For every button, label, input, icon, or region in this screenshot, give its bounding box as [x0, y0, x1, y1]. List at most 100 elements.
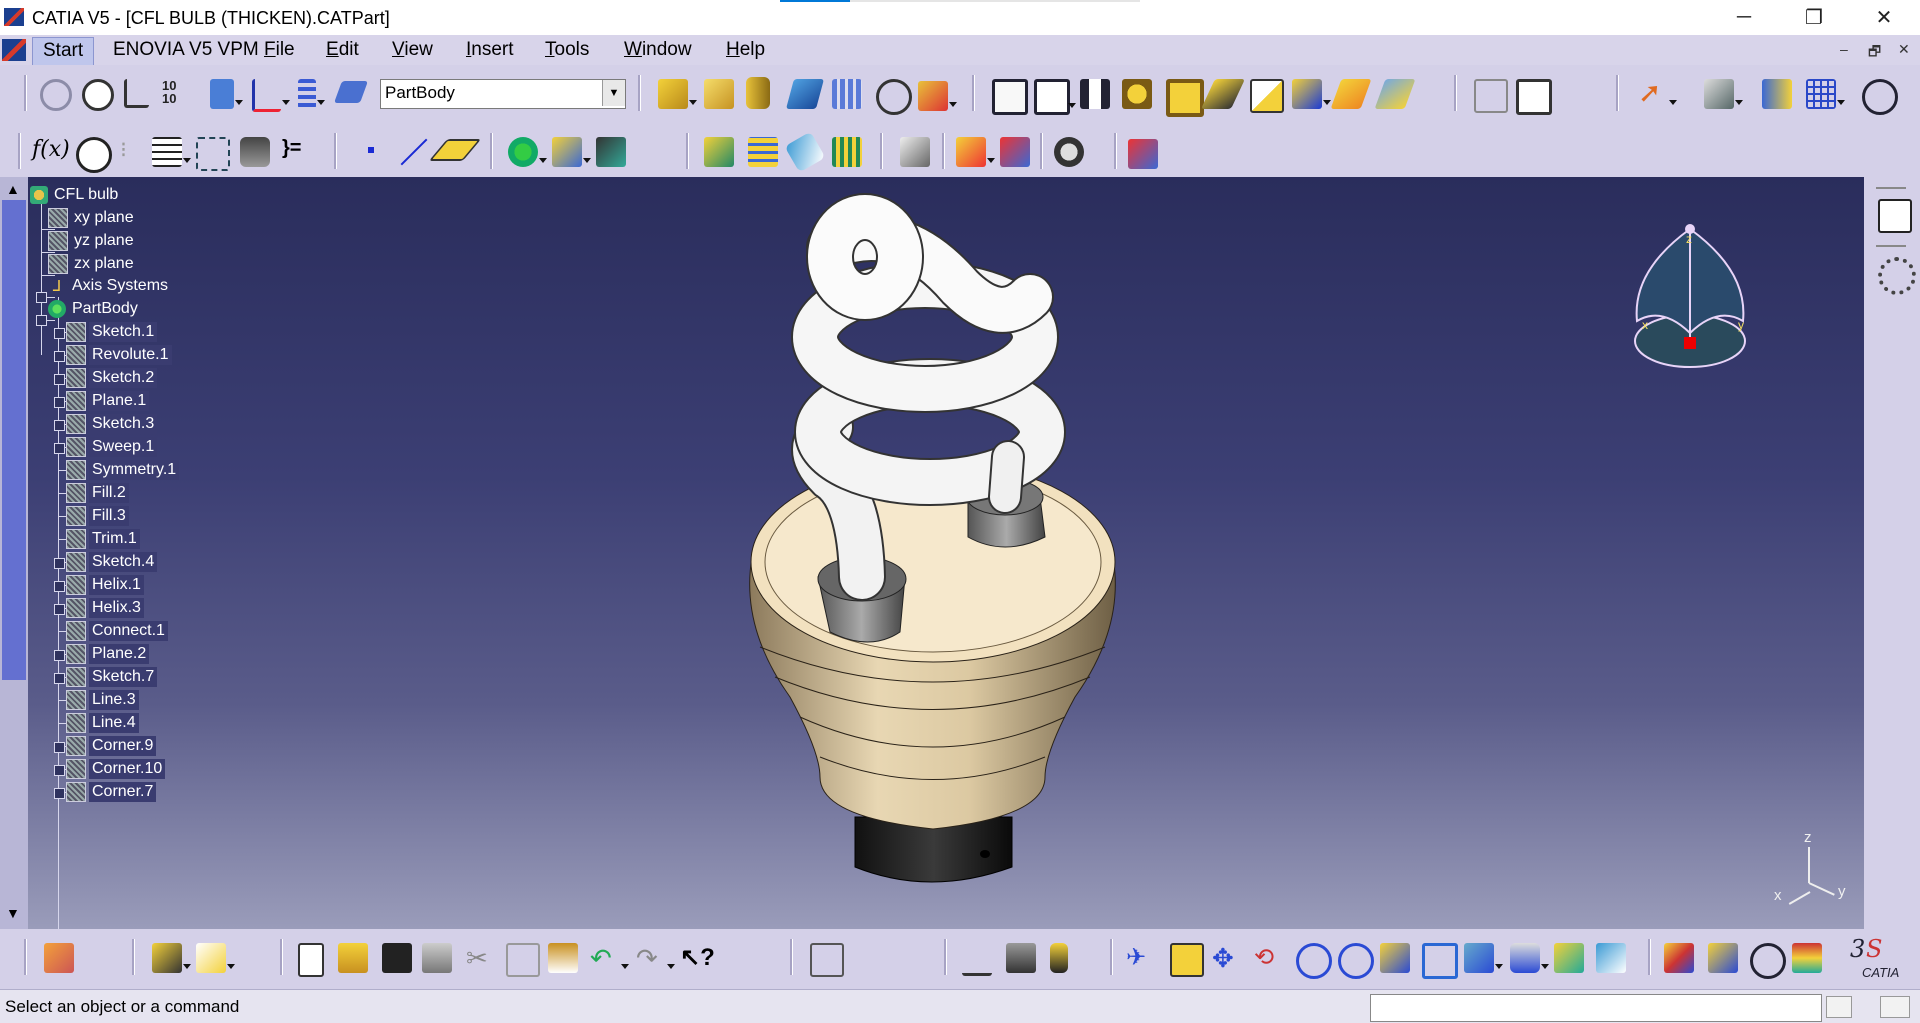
list-icon[interactable] — [298, 79, 325, 109]
menu-enovia[interactable]: ENOVIA V5 VPM — [113, 39, 259, 61]
undo-icon[interactable]: ↶ — [590, 943, 629, 973]
power-input-field[interactable] — [1370, 994, 1822, 1022]
power-input-toggle[interactable] — [1826, 996, 1852, 1018]
tree-item-feature[interactable]: Trim.1 — [66, 527, 140, 551]
tree-item-feature[interactable]: Corner.9 — [66, 734, 157, 758]
current-body-select[interactable]: PartBody ▼ — [380, 79, 626, 109]
scale-icon[interactable] — [704, 137, 734, 167]
point-icon[interactable] — [360, 137, 390, 167]
mdi-minimize-button[interactable]: – — [1840, 41, 1848, 57]
render-icon[interactable] — [1708, 943, 1738, 973]
fill-icon[interactable] — [1122, 79, 1152, 109]
tree-item-feature[interactable]: Symmetry.1 — [66, 458, 180, 482]
expand-toggle[interactable] — [54, 581, 65, 592]
tree-root[interactable]: CFL bulb — [30, 183, 121, 207]
plane-icon[interactable] — [333, 81, 369, 103]
tree-item-feature[interactable]: Sketch.3 — [66, 412, 158, 436]
insert-body-icon[interactable] — [508, 137, 547, 167]
expand-toggle[interactable] — [54, 443, 65, 454]
thick-surface-icon[interactable] — [704, 79, 734, 109]
line-icon[interactable] — [396, 137, 428, 167]
pattern-icon[interactable] — [832, 79, 862, 109]
thickness-icon[interactable] — [748, 137, 778, 167]
replace-face-icon[interactable] — [832, 137, 862, 167]
fit-all-icon[interactable] — [1862, 79, 1898, 115]
multi-view-icon[interactable] — [1422, 943, 1458, 979]
menu-insert[interactable]: Insert — [466, 39, 514, 61]
measure-icon[interactable] — [1054, 137, 1084, 167]
view-mode-icon[interactable] — [1750, 943, 1786, 979]
chevron-down-icon[interactable]: ▼ — [602, 80, 625, 106]
expand-toggle[interactable] — [54, 328, 65, 339]
constraint-icon[interactable] — [210, 79, 243, 109]
redo-icon[interactable]: ↷ — [636, 943, 675, 973]
tree-item-zx-plane[interactable]: zx plane — [48, 252, 137, 276]
tree-item-feature[interactable]: Connect.1 — [66, 619, 168, 643]
pan-icon[interactable]: ✥ — [1212, 943, 1242, 973]
measure-coordinates-icon[interactable]: 10 10 — [162, 79, 192, 109]
catalog-icon[interactable] — [1128, 139, 1158, 169]
tree-scroll-thumb[interactable] — [2, 200, 26, 680]
helix-icon[interactable] — [1330, 79, 1372, 109]
offset-icon[interactable] — [1034, 79, 1076, 115]
tree-item-partbody[interactable]: PartBody — [48, 297, 141, 321]
tree-item-feature[interactable]: Sweep.1 — [66, 435, 158, 459]
tree-item-feature[interactable]: Fill.2 — [66, 481, 129, 505]
boundary-icon[interactable] — [1166, 79, 1204, 117]
wireframe-icon[interactable] — [1516, 79, 1552, 115]
comment-icon[interactable] — [76, 137, 112, 173]
expand-toggle[interactable] — [54, 742, 65, 753]
lock-icon[interactable] — [240, 137, 270, 167]
tree-item-feature[interactable]: Line.4 — [66, 711, 139, 735]
expand-toggle[interactable] — [54, 420, 65, 431]
measure-item-icon[interactable] — [1006, 943, 1036, 973]
apply-material-icon[interactable] — [900, 137, 930, 167]
tree-item-feature[interactable]: Helix.1 — [66, 573, 144, 597]
expand-toggle[interactable] — [54, 351, 65, 362]
swap-visible-space-icon[interactable] — [1762, 79, 1792, 109]
bulb-base[interactable] — [749, 461, 1116, 830]
axis-system-icon[interactable] — [124, 79, 149, 108]
tree-item-axis-systems[interactable]: ⅃ Axis Systems — [48, 274, 171, 298]
expand-toggle[interactable] — [54, 558, 65, 569]
shading-icon[interactable] — [1000, 137, 1030, 167]
expand-toggle[interactable] — [54, 650, 65, 661]
hide-show-icon[interactable] — [1704, 79, 1743, 109]
spiral-icon[interactable] — [1374, 79, 1416, 109]
law-icon[interactable]: ⁝ — [120, 137, 150, 167]
normal-view-icon[interactable] — [1380, 943, 1410, 973]
minimize-button[interactable]: ─ — [1716, 0, 1772, 35]
gear-icon[interactable] — [1878, 257, 1916, 295]
scroll-up-arrow[interactable]: ▲ — [6, 181, 20, 197]
expand-toggle[interactable] — [36, 292, 47, 303]
tree-item-feature[interactable]: Plane.1 — [66, 389, 150, 413]
restore-button[interactable]: ❐ — [1786, 0, 1842, 35]
tree-item-feature[interactable]: Corner.10 — [66, 757, 166, 781]
rendering-icon[interactable] — [956, 137, 995, 167]
workbench-icon[interactable] — [44, 943, 74, 973]
fly-mode-icon[interactable]: ✈ — [1126, 943, 1156, 973]
tools-palette-icon[interactable] — [810, 943, 844, 977]
split-icon[interactable] — [785, 79, 825, 109]
iso-view-icon[interactable] — [1464, 943, 1503, 973]
tree-item-feature[interactable]: Sketch.4 — [66, 550, 158, 574]
menu-help[interactable]: Help — [726, 39, 765, 61]
sweep-icon[interactable] — [1201, 79, 1245, 109]
expand-toggle[interactable] — [54, 765, 65, 776]
menu-file[interactable]: File — [264, 39, 295, 61]
pad-icon[interactable] — [658, 79, 697, 109]
catia-app-icon[interactable] — [4, 8, 24, 26]
close-button[interactable]: ✕ — [1856, 0, 1912, 35]
shaft-icon[interactable] — [746, 77, 770, 109]
tree-item-feature[interactable]: Fill.3 — [66, 504, 129, 528]
paste-icon[interactable] — [548, 943, 578, 973]
save-icon[interactable] — [382, 943, 412, 973]
expand-toggle[interactable] — [54, 374, 65, 385]
layers-icon[interactable] — [1792, 943, 1822, 973]
tree-item-feature[interactable]: Revolute.1 — [66, 343, 172, 367]
fit-all-in-icon[interactable] — [1170, 943, 1204, 977]
remove-face-icon[interactable] — [784, 131, 826, 173]
apply-material-bottom-icon[interactable] — [1664, 943, 1694, 973]
knowledge-icon[interactable] — [196, 137, 230, 171]
positioned-sketch-icon[interactable] — [196, 943, 235, 973]
